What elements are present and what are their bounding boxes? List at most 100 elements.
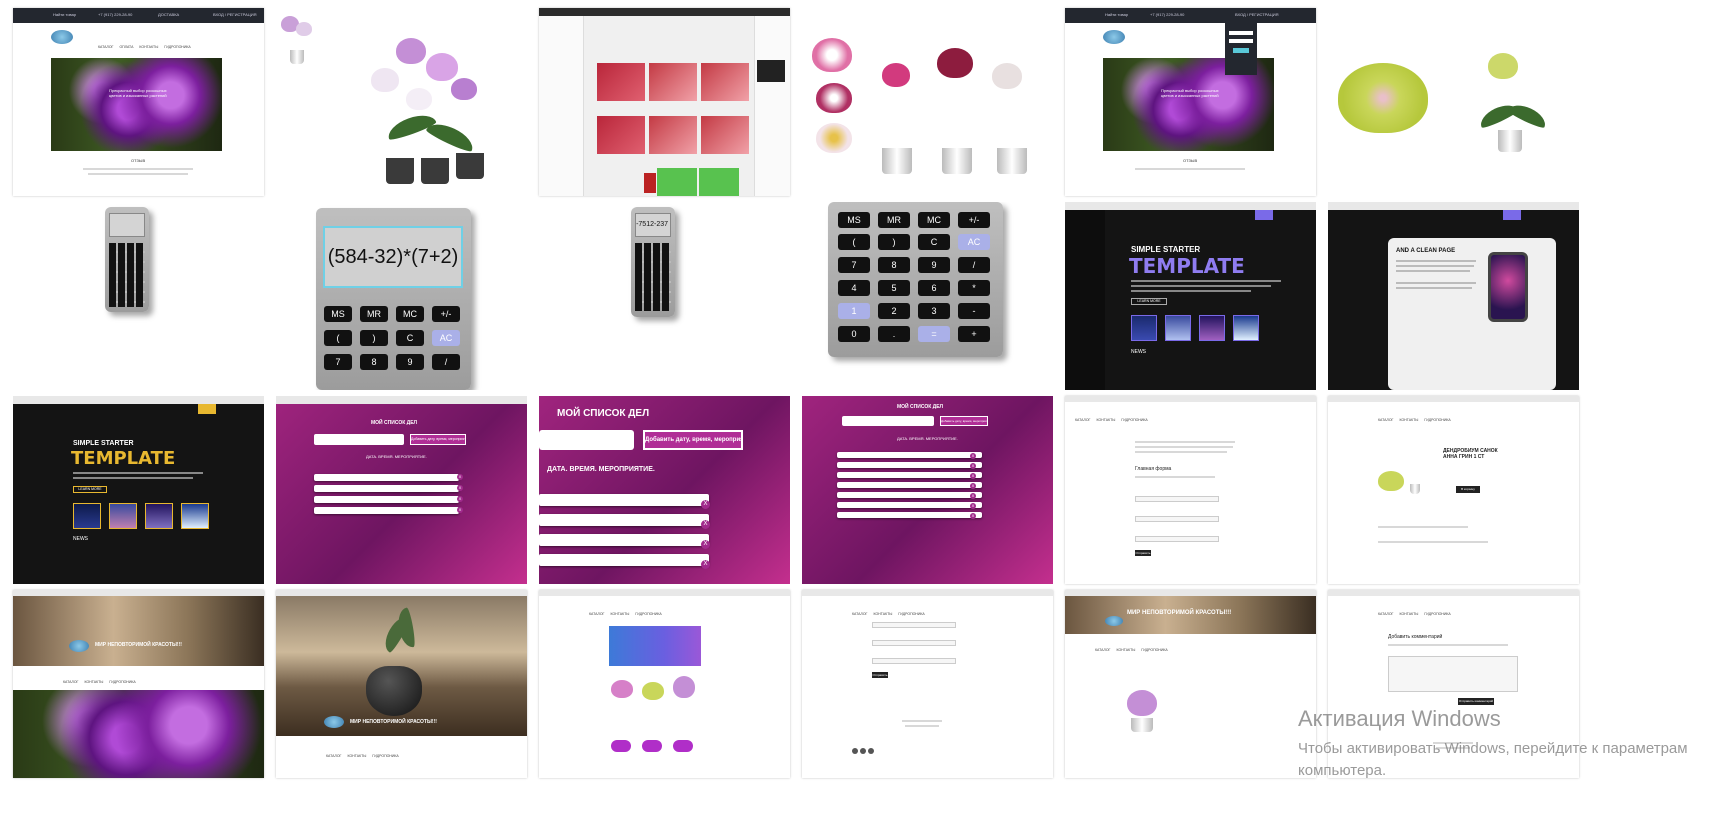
thumb-product-page[interactable]: КАТАЛОГ КОНТАКТЫ ГИДРОПОНИКА ДЕНДРОБИУМ СА… (1328, 396, 1579, 584)
key-ac[interactable]: AC (958, 234, 990, 250)
remove-icon[interactable]: X (701, 500, 710, 509)
login-field[interactable] (1229, 31, 1253, 35)
key-ms[interactable]: MS (838, 212, 870, 228)
nav-item[interactable]: КАТАЛОГ (852, 612, 867, 616)
thumb-calculator-expression[interactable]: (584-32)*(7+2) MS MR MC +/- ( ) C AC 7 8… (276, 202, 527, 390)
nav-item[interactable]: КОНТАКТЫ (1399, 418, 1418, 422)
thumb-catalog[interactable]: КАТАЛОГ КОНТАКТЫ ГИДРОПОНИКА (539, 590, 790, 778)
nav-item[interactable]: КАТАЛОГ (589, 612, 604, 616)
thumb-product-tagline[interactable]: МИР НЕПОВТОРИМОЙ КРАСОТЫ!!! КАТАЛОГ КОНТА… (1065, 590, 1316, 778)
remove-icon[interactable]: X (457, 485, 463, 491)
remove-icon[interactable]: X (970, 473, 976, 479)
nav-item[interactable]: КОНТАКТЫ (1096, 418, 1115, 422)
thumb-shop-plant[interactable]: МИР НЕПОВТОРИМОЙ КРАСОТЫ!!! КАТАЛОГ КОНТА… (276, 590, 527, 778)
remove-icon[interactable]: X (970, 503, 976, 509)
key-mr[interactable]: MR (878, 212, 910, 228)
thumb-orchid-yellow[interactable] (1328, 8, 1579, 196)
key-c[interactable]: C (918, 234, 950, 250)
comment-field[interactable] (1388, 656, 1518, 692)
add-to-cart-button[interactable] (611, 740, 631, 752)
login-button[interactable] (1233, 48, 1249, 53)
gallery-image[interactable] (1233, 315, 1259, 341)
nav-item[interactable]: КАТАЛОГ (326, 754, 341, 758)
login-dropdown[interactable] (1225, 23, 1257, 75)
form-field[interactable] (1135, 536, 1219, 542)
submit-comment-button[interactable]: Отправить комментарий (1458, 698, 1494, 705)
key-open-paren[interactable]: ( (324, 330, 352, 346)
key-7[interactable]: 7 (838, 257, 870, 273)
key-7[interactable]: 7 (324, 354, 352, 370)
key-9[interactable]: 9 (918, 257, 950, 273)
thumb-shop-home[interactable]: Найти товар +7 (917) 229-28-90 ДОСТАВКА … (13, 8, 264, 196)
remove-icon[interactable]: X (457, 496, 463, 502)
thumb-template-gold[interactable]: SIMPLE STARTER TEMPLATE LEARN MORE NEWS (13, 396, 264, 584)
form-field[interactable] (1135, 516, 1219, 522)
thumb-template-dark[interactable]: SIMPLE STARTER TEMPLATE LEARN MORE NEWS (1065, 202, 1316, 390)
gallery-image[interactable] (145, 503, 173, 529)
key-mr[interactable]: MR (360, 306, 388, 322)
thumb-calculator-small[interactable] (13, 202, 264, 390)
nav-item[interactable]: КОНТАКТЫ (1399, 612, 1418, 616)
remove-icon[interactable]: X (701, 560, 710, 569)
thumb-form-bottom[interactable]: КАТАЛОГ КОНТАКТЫ ГИДРОПОНИКА Отправить (802, 590, 1053, 778)
todo-input[interactable] (539, 430, 634, 450)
nav-item[interactable]: ГИДРОПОНИКА (109, 680, 135, 684)
thumb-design-tool[interactable] (539, 8, 790, 196)
key-3[interactable]: 3 (918, 303, 950, 319)
thumb-orchid-photo[interactable] (276, 8, 527, 196)
key-sign[interactable]: +/- (432, 306, 460, 322)
nav-item[interactable]: ГИДРОПОНИКА (1424, 612, 1450, 616)
social-icon[interactable] (852, 748, 858, 754)
key-5[interactable]: 5 (878, 280, 910, 296)
gallery-image[interactable] (1165, 315, 1191, 341)
nav-item[interactable]: ГИДРОПОНИКА (164, 45, 190, 49)
learn-more-button[interactable]: LEARN MORE (1131, 298, 1167, 305)
thumb-todo-list[interactable]: МОЙ СПИСОК ДЕЛ Добавить дату, время, мер… (802, 396, 1053, 584)
key-multiply[interactable]: * (958, 280, 990, 296)
nav-item[interactable]: ОПЛАТА (119, 45, 133, 49)
remove-icon[interactable]: X (701, 540, 710, 549)
nav-item[interactable]: ГИДРОПОНИКА (372, 754, 398, 758)
key-ac[interactable]: AC (432, 330, 460, 346)
gallery-image[interactable] (73, 503, 101, 529)
add-task-button[interactable]: Добавить дату, время, мероприятие (410, 434, 466, 445)
nav-item[interactable]: КАТАЛОГ (1378, 612, 1393, 616)
nav-item[interactable]: КОНТАКТЫ (139, 45, 158, 49)
form-field[interactable] (872, 658, 956, 664)
add-to-cart-button[interactable]: В корзину (1456, 486, 1480, 493)
key-mc[interactable]: MC (918, 212, 950, 228)
nav-item[interactable]: КАТАЛОГ (63, 680, 78, 684)
key-4[interactable]: 4 (838, 280, 870, 296)
nav-item[interactable]: ГИДРОПОНИКА (1121, 418, 1147, 422)
todo-input[interactable] (842, 416, 934, 426)
remove-icon[interactable]: X (457, 474, 463, 480)
nav-item[interactable]: КОНТАКТЫ (347, 754, 366, 758)
key-equals[interactable]: = (918, 326, 950, 342)
learn-more-button[interactable]: LEARN MORE (73, 486, 107, 493)
add-to-cart-button[interactable] (673, 740, 693, 752)
thumb-todo-zoom[interactable]: МОЙ СПИСОК ДЕЛ Добавить дату, время, мер… (539, 396, 790, 584)
key-dot[interactable]: . (878, 326, 910, 342)
thumb-shop-login[interactable]: Найти товар +7 (917) 229-28-90 ВХОД / РЕ… (1065, 8, 1316, 196)
nav-item[interactable]: ГИДРОПОНИКА (1141, 648, 1167, 652)
key-6[interactable]: 6 (918, 280, 950, 296)
thumb-shop-tagline[interactable]: МИР НЕПОВТОРИМОЙ КРАСОТЫ!!! КАТАЛОГ КОНТА… (13, 590, 264, 778)
form-field[interactable] (872, 640, 956, 646)
nav-item[interactable]: КАТАЛОГ (1378, 418, 1393, 422)
todo-input[interactable] (314, 434, 404, 445)
key-9[interactable]: 9 (396, 354, 424, 370)
nav-item[interactable]: ГИДРОПОНИКА (1424, 418, 1450, 422)
thumb-todo-app[interactable]: МОЙ СПИСОК ДЕЛ Добавить дату, время, мер… (276, 396, 527, 584)
password-field[interactable] (1229, 39, 1253, 43)
remove-icon[interactable]: X (970, 453, 976, 459)
gallery-image[interactable] (181, 503, 209, 529)
key-divide[interactable]: / (958, 257, 990, 273)
key-close-paren[interactable]: ) (878, 234, 910, 250)
calc-keypad[interactable] (635, 243, 671, 311)
remove-icon[interactable]: X (970, 463, 976, 469)
nav-item[interactable]: ГИДРОПОНИКА (635, 612, 661, 616)
remove-icon[interactable]: X (970, 483, 976, 489)
remove-icon[interactable]: X (970, 493, 976, 499)
key-0[interactable]: 0 (838, 326, 870, 342)
gallery-image[interactable] (1131, 315, 1157, 341)
